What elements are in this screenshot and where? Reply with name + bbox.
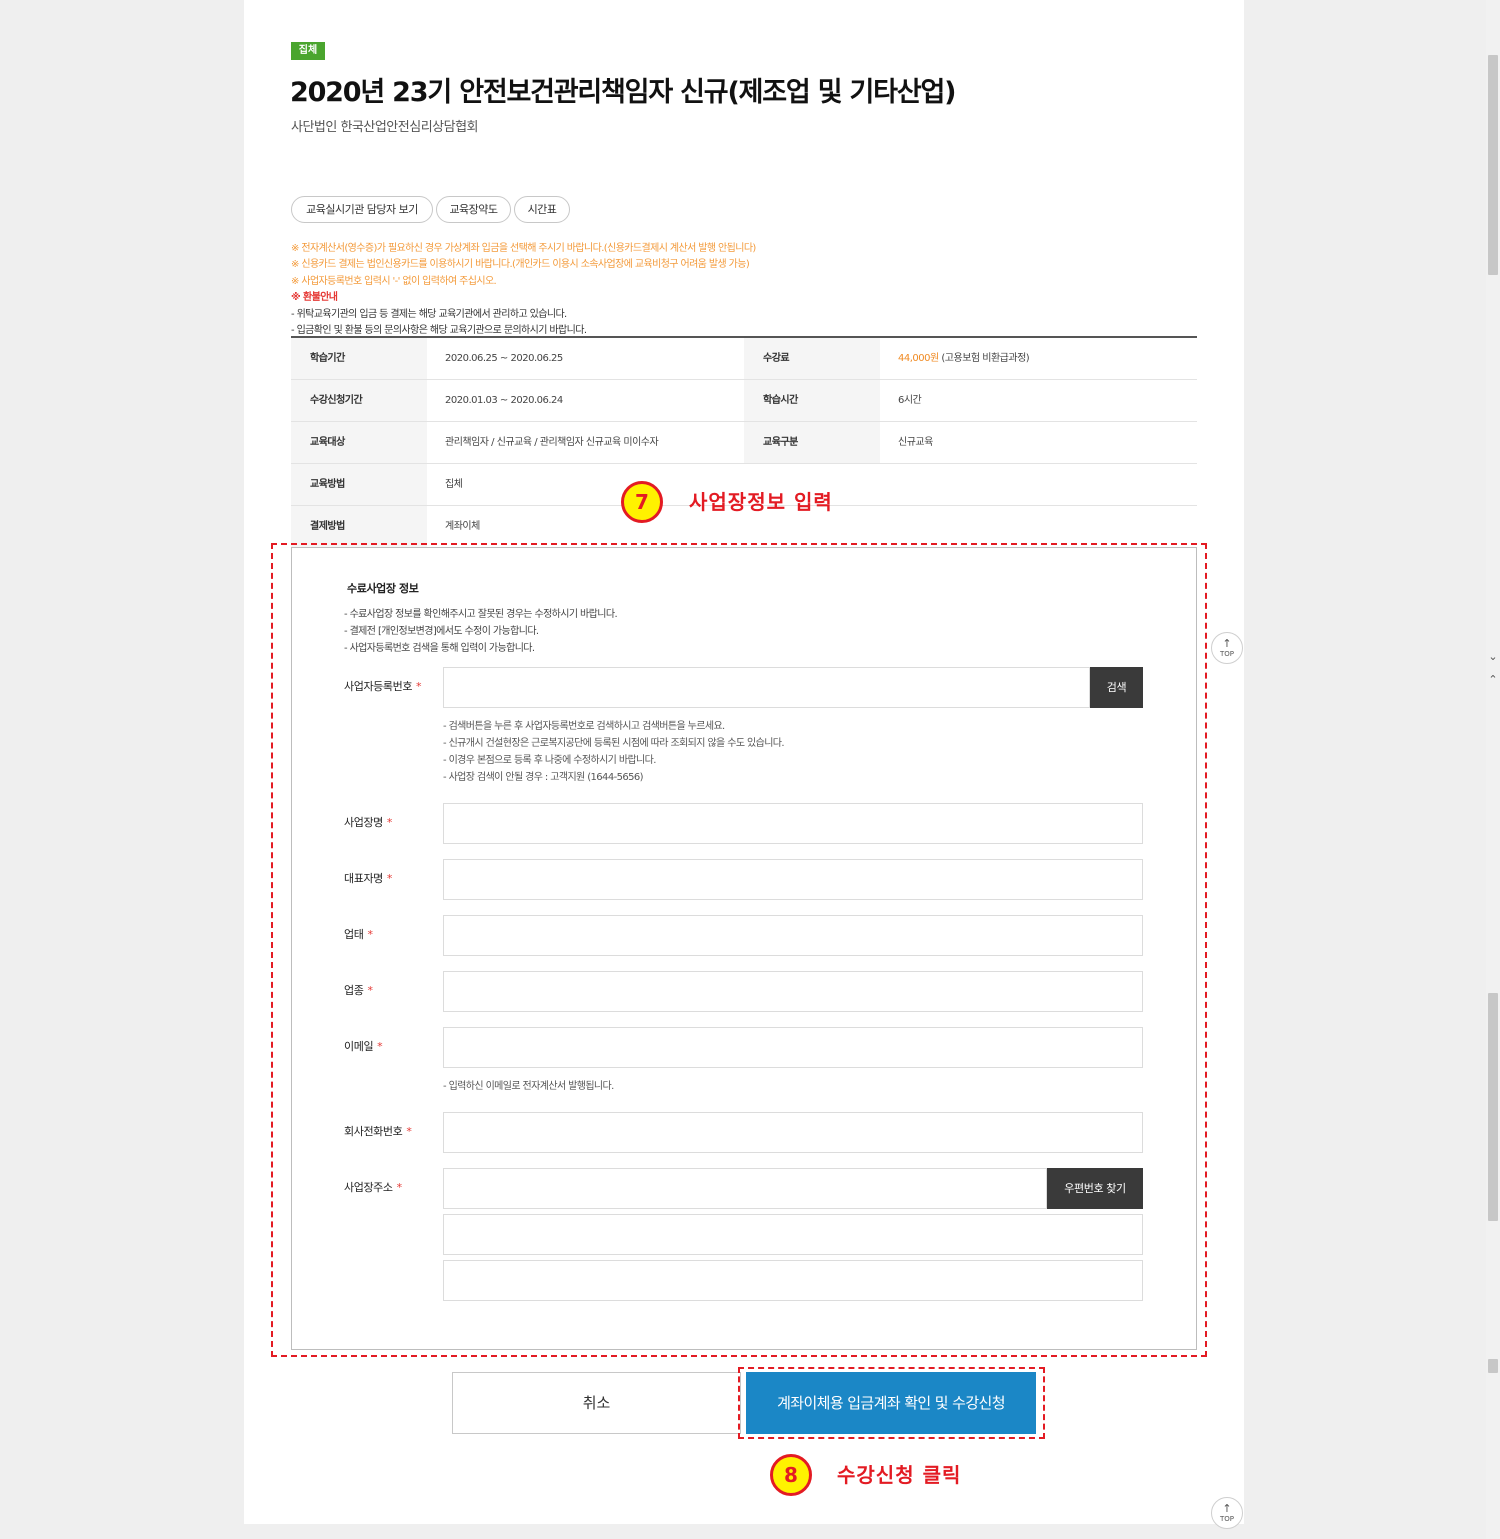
- bizno-hint: - 이경우 본점으로 등록 후 나중에 수정하시기 바랍니다.: [443, 755, 656, 766]
- target-label: 교육대상: [291, 422, 427, 463]
- industry-input[interactable]: [443, 971, 1143, 1012]
- scroll-down-icon[interactable]: ⌄: [1486, 650, 1500, 664]
- form-note: - 결제전 [개인정보변경]에서도 수정이 가능합니다.: [344, 626, 539, 637]
- step8-label: 수강신청 클릭: [837, 1463, 962, 1487]
- hours-label: 학습시간: [744, 380, 880, 421]
- refund-title: ※ 환불안내: [291, 292, 338, 303]
- form-section-title: 수료사업장 정보: [347, 582, 419, 595]
- phone-label: 회사전화번호 *: [344, 1125, 412, 1138]
- scrollbar-thumb-upper[interactable]: [1488, 55, 1498, 275]
- table-row: 학습기간 2020.06.25 ~ 2020.06.25 수강료 44,000원…: [291, 338, 1197, 380]
- arrow-up-icon: ↑: [1222, 637, 1232, 650]
- address-line2-input[interactable]: [443, 1260, 1143, 1301]
- table-row: 수강신청기간 2020.01.03 ~ 2020.06.24 학습시간 6시간: [291, 380, 1197, 422]
- apply-period-label: 수강신청기간: [291, 380, 427, 421]
- scroll-top-button[interactable]: ↑ TOP: [1211, 632, 1243, 664]
- hours-value: 6시간: [898, 395, 922, 406]
- target-value: 관리책임자 / 신규교육 / 관리책임자 신규교육 미이수자: [445, 437, 659, 448]
- empty-cell: [880, 464, 1197, 505]
- zipcode-input[interactable]: [443, 1168, 1047, 1209]
- bizno-hint: - 검색버튼을 누른 후 사업자등록번호로 검색하시고 검색버튼을 누르세요.: [443, 721, 725, 732]
- annotation-highlight-submit: [738, 1367, 1045, 1439]
- bizno-label: 사업자등록번호 *: [344, 680, 422, 693]
- company-phone-input[interactable]: [443, 1112, 1143, 1153]
- ceo-label: 대표자명 *: [344, 872, 392, 885]
- notice-line: ※ 신용카드 결제는 법인신용카드를 이용하시기 바랍니다.(개인카드 이용시 …: [291, 259, 750, 270]
- apply-period-value: 2020.01.03 ~ 2020.06.24: [445, 395, 563, 406]
- notice-line: ※ 전자계산서(영수증)가 필요하신 경우 가상계좌 입금을 선택해 주시기 바…: [291, 243, 756, 254]
- study-period-label: 학습기간: [291, 338, 427, 379]
- email-hint: - 입력하신 이메일로 전자계산서 발행됩니다.: [443, 1081, 614, 1092]
- scrollbar-thumb-small[interactable]: [1488, 1359, 1498, 1373]
- organization-name: 사단법인 한국산업안전심리상담협회: [291, 120, 479, 135]
- fee-note: (고용보험 비환급과정): [941, 353, 1030, 364]
- pay-label: 결제방법: [291, 506, 427, 547]
- arrow-up-icon: ↑: [1222, 1502, 1232, 1515]
- business-type-input[interactable]: [443, 915, 1143, 956]
- step7-marker: 7: [621, 481, 663, 523]
- fee-value: 44,000원 (고용보험 비환급과정): [880, 338, 1197, 379]
- staff-view-button[interactable]: 교육실시기관 담당자 보기: [291, 196, 433, 223]
- scroll-up-icon[interactable]: ⌃: [1486, 673, 1500, 687]
- timetable-button[interactable]: 시간표: [514, 196, 570, 223]
- scroll-top-button[interactable]: ↑ TOP: [1211, 1497, 1243, 1529]
- step8-marker: 8: [770, 1454, 812, 1496]
- notice-line: - 위탁교육기관의 입금 등 결제는 해당 교육기관에서 관리하고 있습니다.: [291, 309, 567, 320]
- industry-label: 업종 *: [344, 984, 373, 997]
- cancel-button[interactable]: 취소: [452, 1372, 741, 1434]
- scrollbar-track[interactable]: [1486, 0, 1500, 1539]
- bizno-hint: - 신규개시 건설현장은 근로복지공단에 등록된 시점에 따라 조회되지 않을 …: [443, 738, 785, 749]
- email-field[interactable]: [443, 1027, 1143, 1068]
- form-note: - 사업자등록번호 검색을 통해 입력이 가능합니다.: [344, 643, 535, 654]
- fee-label: 수강료: [744, 338, 880, 379]
- address-line1-input[interactable]: [443, 1214, 1143, 1255]
- notice-line: - 입금확인 및 환불 등의 문의사항은 해당 교육기관으로 문의하시기 바랍니…: [291, 325, 587, 336]
- notice-line: ※ 사업자등록번호 입력시 '-' 없이 입력하여 주십시오.: [291, 276, 497, 287]
- ceo-name-input[interactable]: [443, 859, 1143, 900]
- map-button[interactable]: 교육장약도: [436, 196, 511, 223]
- company-label: 사업장명 *: [344, 816, 392, 829]
- email-label: 이메일 *: [344, 1040, 383, 1053]
- address-label: 사업장주소 *: [344, 1181, 402, 1194]
- step7-label: 사업장정보 입력: [689, 490, 833, 514]
- search-button[interactable]: 검색: [1090, 667, 1143, 708]
- business-type-label: 업태 *: [344, 928, 373, 941]
- type-value: 신규교육: [898, 437, 933, 448]
- zipcode-search-button[interactable]: 우편번호 찾기: [1047, 1168, 1143, 1209]
- table-row: 교육대상 관리책임자 / 신규교육 / 관리책임자 신규교육 미이수자 교육구분…: [291, 422, 1197, 464]
- bizno-input[interactable]: [443, 667, 1090, 708]
- fee-amount: 44,000원: [898, 353, 939, 364]
- bizno-hint: - 사업장 검색이 안될 경우 : 고객지원 (1644-5656): [443, 772, 644, 783]
- method-label: 교육방법: [291, 464, 427, 505]
- study-period-value: 2020.06.25 ~ 2020.06.25: [445, 353, 563, 364]
- form-note: - 수료사업장 정보를 확인해주시고 잘못된 경우는 수정하시기 바랍니다.: [344, 609, 618, 620]
- course-type-badge: 집체: [291, 42, 325, 60]
- type-label: 교육구분: [744, 422, 880, 463]
- company-name-input[interactable]: [443, 803, 1143, 844]
- scrollbar-thumb-lower[interactable]: [1488, 993, 1498, 1221]
- page-title: 2020년 23기 안전보건관리책임자 신규(제조업 및 기타산업): [290, 77, 956, 108]
- course-info-table: 학습기간 2020.06.25 ~ 2020.06.25 수강료 44,000원…: [291, 336, 1197, 548]
